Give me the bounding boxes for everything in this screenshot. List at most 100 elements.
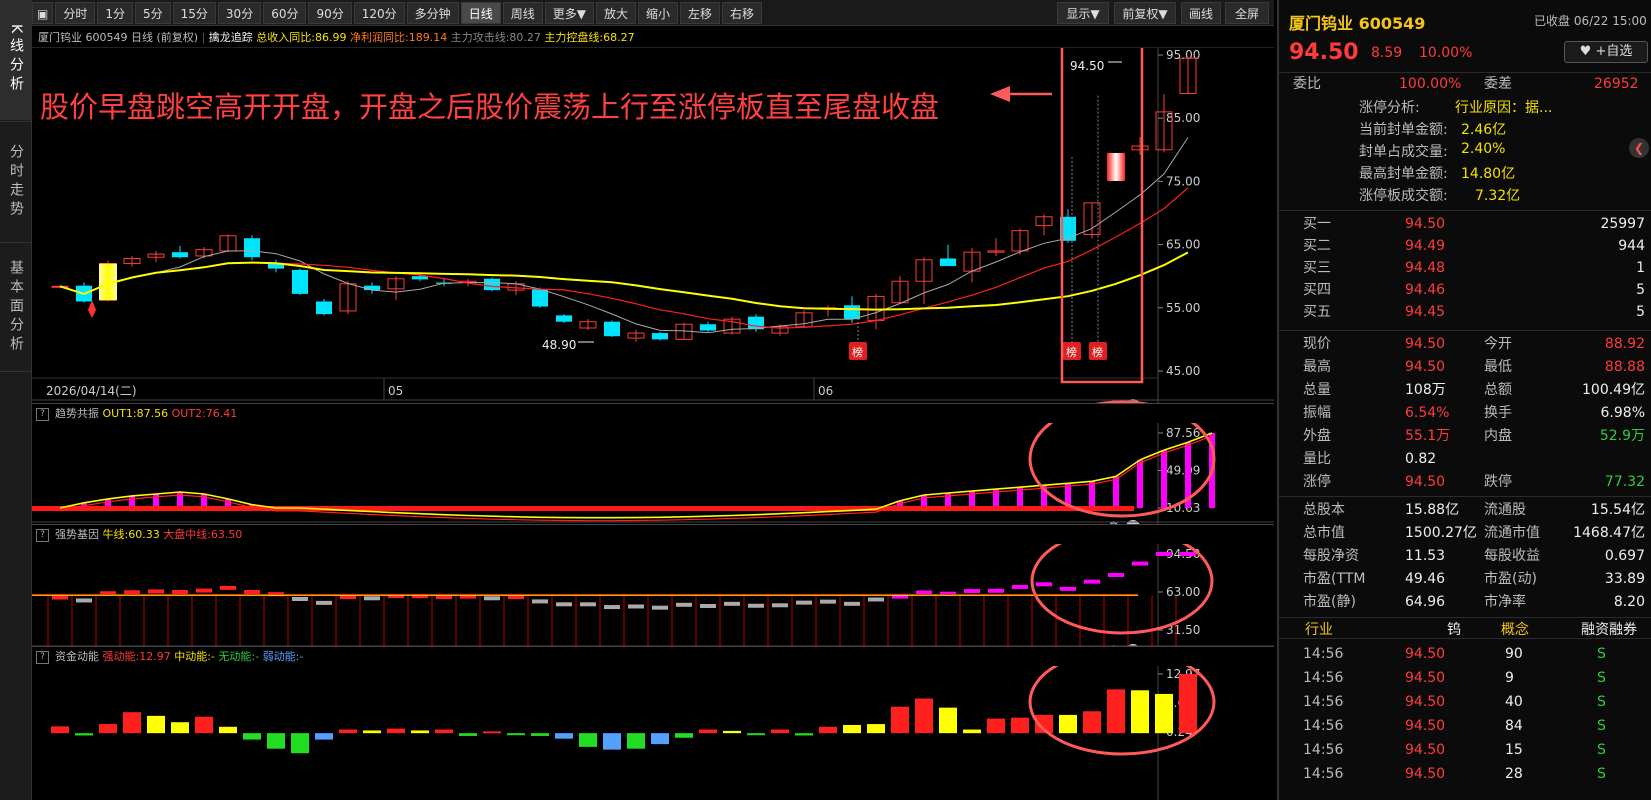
limit-reason[interactable]: 行业原因：据...: [1455, 97, 1552, 117]
panel-header-strong: ? 强势基因 牛线:60.33 大盘中线:63.50: [32, 524, 1274, 544]
candle[interactable]: [316, 298, 332, 316]
indicator-name[interactable]: 擒龙追踪: [209, 31, 253, 44]
stat-row-value: 94.50: [1405, 336, 1446, 352]
bid-row[interactable]: 买四 94.46 5: [1279, 279, 1651, 301]
candle[interactable]: [219, 234, 237, 253]
period-button[interactable]: 更多▼: [544, 1, 594, 24]
candle-body: [532, 288, 548, 307]
chart-action-button[interactable]: 左移: [679, 1, 720, 24]
stat-row-label: 最低: [1484, 359, 1512, 375]
tab-intraday-trend[interactable]: 分时走势: [0, 121, 32, 241]
candle[interactable]: [268, 259, 284, 273]
period-button[interactable]: 周线: [502, 1, 543, 24]
gene-marker: [316, 600, 332, 605]
price-axis-label: 45.00: [1166, 364, 1200, 378]
candle[interactable]: [1179, 57, 1197, 95]
period-button[interactable]: 5分: [135, 1, 171, 24]
candle[interactable]: [891, 276, 909, 305]
candle-body: [412, 276, 428, 280]
gene-marker: [292, 596, 308, 601]
fullscreen-button[interactable]: 全屏: [1225, 2, 1269, 24]
tab-industry-value[interactable]: 钨: [1447, 619, 1461, 639]
adjust-menu-button[interactable]: 前复权▼: [1114, 2, 1176, 24]
candle[interactable]: [147, 250, 165, 263]
tick-time: 14:56: [1303, 670, 1344, 686]
mid-momentum-label: 中动能:-: [174, 650, 215, 663]
candle[interactable]: [700, 321, 716, 332]
tick-row: 14:56 94.50 40 S: [1279, 691, 1651, 713]
period-button[interactable]: 120分: [353, 1, 405, 24]
tab-industry[interactable]: 行业: [1305, 619, 1333, 639]
help-icon[interactable]: ?: [36, 528, 49, 542]
bid-row[interactable]: 买一 94.50 25997: [1279, 213, 1651, 235]
period-button[interactable]: 日线: [460, 1, 501, 24]
fund-row-value: 15.88亿: [1405, 502, 1460, 518]
control-line-label: 主力控盘线:68.27: [544, 31, 635, 44]
candle[interactable]: [652, 331, 668, 341]
display-menu-button[interactable]: 显示▼: [1057, 2, 1109, 24]
tick-price: 94.50: [1405, 646, 1446, 662]
candle[interactable]: [940, 244, 956, 267]
candle[interactable]: [963, 247, 981, 283]
tab-fundamental-analysis[interactable]: 基本面分析: [0, 242, 32, 372]
chart-action-button[interactable]: 右移: [722, 1, 763, 24]
candle[interactable]: [339, 281, 357, 315]
candle[interactable]: [244, 235, 260, 261]
candle[interactable]: [484, 277, 500, 292]
tab-concept[interactable]: 概念: [1501, 619, 1529, 639]
period-button[interactable]: 多分钟: [406, 1, 459, 24]
candle[interactable]: [387, 276, 405, 301]
fund-row-label: 总股本: [1303, 502, 1345, 518]
candle[interactable]: [867, 293, 885, 330]
add-watchlist-button[interactable]: ♥ +自选: [1564, 41, 1648, 63]
high-price-label: 94.50: [1070, 59, 1104, 73]
current-price: 94.50: [1289, 40, 1359, 65]
stat-row-label: 内盘: [1484, 428, 1512, 444]
period-button[interactable]: 30分: [217, 1, 262, 24]
candle[interactable]: [579, 319, 597, 330]
panel-title[interactable]: 强势基因: [55, 528, 99, 541]
candle[interactable]: [1011, 228, 1029, 255]
period-button[interactable]: 分时: [55, 1, 96, 24]
candle[interactable]: [795, 310, 813, 329]
period-button[interactable]: 60分: [263, 1, 307, 24]
highlight-box: [1060, 48, 1144, 384]
candle[interactable]: [987, 238, 1005, 256]
candle[interactable]: [172, 245, 188, 259]
candle[interactable]: [723, 316, 741, 335]
candle[interactable]: [627, 329, 645, 342]
candle[interactable]: [915, 257, 933, 305]
candle[interactable]: [819, 305, 837, 317]
stat-row-value: 55.1万: [1405, 428, 1451, 444]
candle[interactable]: [1035, 214, 1053, 236]
tab-kline-analysis[interactable]: K线分析: [0, 0, 32, 120]
candle[interactable]: [123, 255, 141, 267]
candle[interactable]: [556, 314, 572, 323]
bid-row[interactable]: 买三 94.48 1: [1279, 257, 1651, 279]
period-button[interactable]: 1分: [97, 1, 133, 24]
tick-volume: 9: [1505, 670, 1514, 686]
panel-title[interactable]: 趋势共振: [55, 407, 99, 420]
help-icon[interactable]: ?: [36, 650, 49, 664]
tab-margin[interactable]: 融资融券: [1581, 619, 1637, 639]
collapse-arrow-icon[interactable]: ❮: [1629, 138, 1649, 158]
bid-volume: 5: [1636, 304, 1645, 320]
candle[interactable]: [604, 320, 620, 337]
period-button[interactable]: 90分: [308, 1, 352, 24]
chart-action-button[interactable]: 缩小: [637, 1, 678, 24]
fund-row: 市盈(静) 64.96 市净率 8.20: [1279, 591, 1651, 613]
help-icon[interactable]: ?: [36, 407, 49, 421]
candle[interactable]: [292, 268, 308, 296]
draw-line-button[interactable]: 画线: [1181, 2, 1221, 24]
period-button[interactable]: 15分: [172, 1, 216, 24]
momentum-bar: [747, 733, 765, 736]
window-icon[interactable]: ▣: [32, 1, 54, 24]
panel-title[interactable]: 资金动能: [55, 650, 99, 663]
bid-row[interactable]: 买五 94.45 5: [1279, 301, 1651, 323]
kline-chart-area[interactable]: 95.00 85.00 75.00 65.00 55.00 45.00 2026/04/14…: [32, 48, 1274, 800]
candle[interactable]: [1131, 137, 1149, 155]
rank-badge[interactable]: 榜: [1063, 156, 1081, 360]
momentum-bar: [819, 726, 837, 734]
bid-row[interactable]: 买二 94.49 944: [1279, 235, 1651, 257]
chart-action-button[interactable]: 放大: [595, 1, 636, 24]
